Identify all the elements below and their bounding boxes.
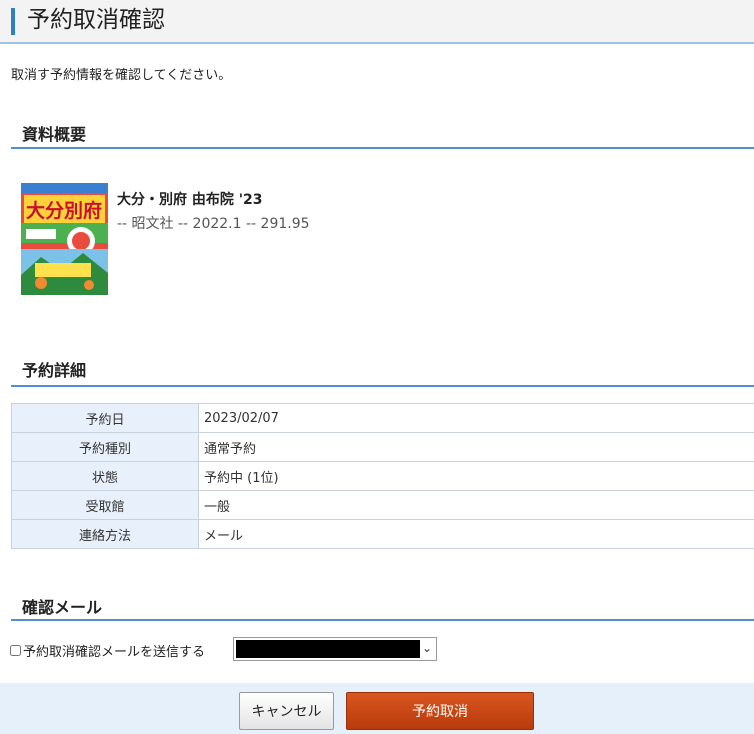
row-label: 予約種別 <box>11 432 199 462</box>
row-value: メール <box>198 519 754 549</box>
row-label: 受取館 <box>11 490 199 520</box>
row-label: 予約日 <box>11 403 199 433</box>
intro-text: 取消す予約情報を確認してください。 <box>11 68 232 83</box>
header-accent-bar <box>11 8 15 35</box>
chevron-down-icon: ⌄ <box>421 641 432 655</box>
reservation-detail-table: 予約日 2023/02/07 予約種別 通常予約 状態 予約中 (1位) 受取館… <box>11 403 754 549</box>
cover-title-text: 大分別府 <box>26 199 102 222</box>
page-header: 予約取消確認 <box>0 0 754 44</box>
reservation-section-title: 予約詳細 <box>22 361 87 380</box>
material-section-title: 資料概要 <box>22 125 87 144</box>
section-divider <box>11 147 754 149</box>
row-value: 予約中 (1位) <box>198 461 754 491</box>
row-value: 一般 <box>198 490 754 520</box>
table-row: 状態 予約中 (1位) <box>11 461 754 491</box>
table-row: 予約種別 通常予約 <box>11 432 754 462</box>
confirm-mail-section-title: 確認メール <box>22 598 103 617</box>
section-divider <box>11 385 754 387</box>
section-divider <box>11 619 754 621</box>
send-mail-checkbox[interactable] <box>10 645 21 656</box>
mail-address-select[interactable]: ⌄ <box>233 637 437 661</box>
cancel-button[interactable]: キャンセル <box>239 692 334 730</box>
send-mail-label: 予約取消確認メールを送信する <box>23 645 206 660</box>
book-meta: -- 昭文社 -- 2022.1 -- 291.95 <box>117 216 310 232</box>
redacted-value <box>236 640 420 658</box>
row-label: 連絡方法 <box>11 519 199 549</box>
book-cover-image: 大分別府 <box>21 183 108 295</box>
table-row: 予約日 2023/02/07 <box>11 403 754 433</box>
table-row: 連絡方法 メール <box>11 519 754 549</box>
row-value: 通常予約 <box>198 432 754 462</box>
book-title: 大分・別府 由布院 '23 <box>117 192 263 208</box>
row-label: 状態 <box>11 461 199 491</box>
cancel-reservation-button[interactable]: 予約取消 <box>346 692 534 730</box>
row-value: 2023/02/07 <box>198 403 754 433</box>
page-title: 予約取消確認 <box>27 7 165 33</box>
table-row: 受取館 一般 <box>11 490 754 520</box>
send-mail-option[interactable]: 予約取消確認メールを送信する <box>10 641 205 660</box>
